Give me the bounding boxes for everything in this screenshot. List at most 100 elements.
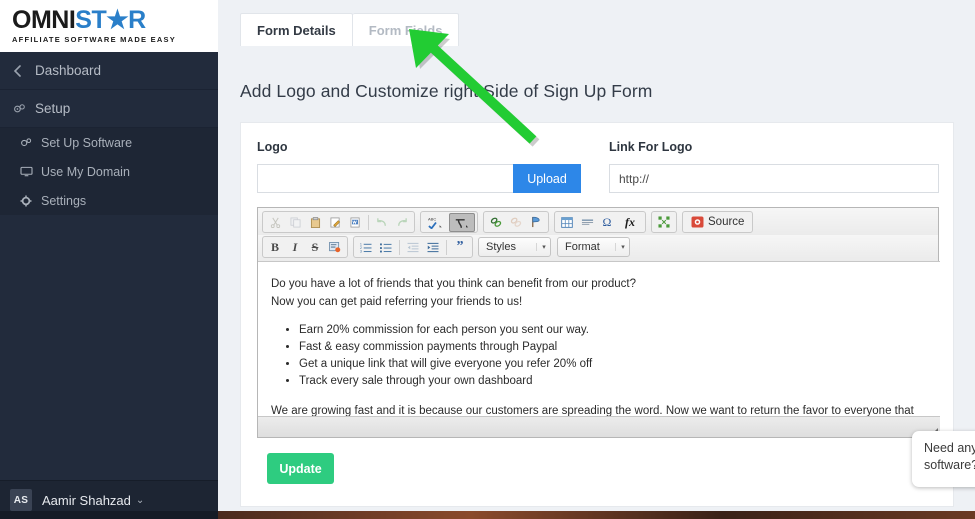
blockquote-icon[interactable]: ”	[450, 238, 470, 257]
editor-toolbar-row-1: ABC Ω fx Source	[258, 208, 938, 235]
format-dropdown[interactable]: Format ▾	[557, 237, 630, 257]
sidebar-item-settings[interactable]: Settings	[0, 186, 218, 215]
styles-dropdown[interactable]: Styles ▾	[478, 237, 551, 257]
gear-icon	[20, 195, 41, 207]
svg-text:3: 3	[360, 249, 362, 253]
sidebar-item-set-up-software[interactable]: Set Up Software	[0, 128, 218, 157]
chevron-down-icon: ▾	[615, 243, 625, 251]
brand-logo[interactable]: OMNIST★R AFFILIATE SOFTWARE MADE EASY	[0, 0, 218, 52]
desktop-strip	[218, 511, 975, 519]
editor-footer-bar	[258, 416, 940, 438]
cogs-icon	[20, 137, 41, 148]
gears-icon	[13, 103, 35, 115]
horizontal-rule-icon[interactable]	[577, 213, 597, 232]
cut-icon[interactable]	[265, 213, 285, 232]
table-icon[interactable]	[557, 213, 577, 232]
sidebar: OMNIST★R AFFILIATE SOFTWARE MADE EASY Da…	[0, 0, 218, 519]
undo-icon[interactable]	[372, 213, 392, 232]
toolbar-divider	[399, 239, 400, 255]
sidebar-item-label: Setup	[35, 101, 71, 116]
link-icon[interactable]	[486, 213, 506, 232]
styles-label: Styles	[486, 241, 516, 253]
sidebar-item-dashboard[interactable]: Dashboard	[0, 52, 218, 90]
list-item: Earn 20% commission for each person you …	[299, 322, 927, 339]
form-card: Logo Link For Logo Upload http:// ABC Ω …	[240, 122, 954, 507]
upload-button[interactable]: Upload	[513, 164, 581, 193]
logo-r-text: R	[128, 6, 146, 34]
avatar: AS	[10, 489, 32, 511]
page-title: Add Logo and Customize right Side of Sig…	[240, 81, 653, 101]
spell-check-icon[interactable]: ABC	[423, 213, 449, 232]
bulleted-list-icon[interactable]	[376, 238, 396, 257]
logo-input[interactable]	[257, 164, 513, 193]
redo-icon[interactable]	[392, 213, 412, 232]
math-formula-icon[interactable]: fx	[617, 213, 643, 232]
chevron-down-icon: ⌄	[135, 494, 145, 506]
logo-upload-row: Upload	[257, 164, 581, 193]
clipboard-group	[262, 211, 415, 233]
sidebar-item-label: Use My Domain	[41, 164, 130, 179]
tab-form-fields[interactable]: Form Fields	[352, 13, 460, 46]
logo-field-label: Logo	[257, 140, 288, 154]
source-group: Source	[682, 211, 754, 233]
italic-icon[interactable]: I	[285, 238, 305, 257]
sidebar-item-label: Set Up Software	[41, 135, 133, 150]
copy-icon[interactable]	[285, 213, 305, 232]
sidebar-item-label: Settings	[41, 193, 87, 208]
editor-content-area[interactable]: Do you have a lot of friends that you th…	[258, 261, 940, 418]
link-for-logo-input[interactable]	[609, 164, 939, 193]
logo-wordmark: OMNIST★R	[12, 8, 218, 33]
tab-bar: Form Details Form Fields	[240, 13, 460, 46]
remove-format-icon[interactable]	[325, 238, 345, 257]
update-button[interactable]: Update	[267, 453, 334, 484]
star-icon: ★	[106, 6, 129, 34]
maximize-group	[651, 211, 677, 233]
svg-text:ABC: ABC	[428, 216, 436, 221]
strikethrough-icon[interactable]: S	[305, 238, 325, 257]
link-for-logo-label: Link For Logo	[609, 140, 693, 154]
anchor-icon[interactable]	[526, 213, 546, 232]
sidebar-item-use-my-domain[interactable]: Use My Domain	[0, 157, 218, 186]
list-item: Track every sale through your own dashbo…	[299, 373, 927, 390]
chevron-down-icon: ▾	[536, 243, 546, 251]
editor-paragraph: Do you have a lot of friends that you th…	[271, 278, 637, 290]
link-group	[483, 211, 549, 233]
indent-icon[interactable]	[423, 238, 443, 257]
toolbar-divider	[368, 214, 369, 230]
chat-message-bubble[interactable]: Need any help Today using our software?	[912, 431, 975, 487]
rich-text-editor: ABC Ω fx Source B I S 1 2 3 ” Styles ▾ F…	[257, 207, 940, 438]
logo-tagline: AFFILIATE SOFTWARE MADE EASY	[12, 35, 177, 44]
list-item: Get a unique link that will give everyon…	[299, 356, 927, 373]
tab-form-details[interactable]: Form Details	[240, 13, 353, 46]
paste-icon[interactable]	[305, 213, 325, 232]
format-label: Format	[565, 241, 600, 253]
main-content: Form Details Form Fields Add Logo and Cu…	[218, 0, 975, 519]
logo-omni-text: OMNI	[12, 6, 76, 34]
maximize-icon[interactable]	[654, 213, 674, 232]
monitor-icon	[20, 166, 41, 177]
sidebar-item-label: Dashboard	[35, 63, 102, 78]
unlink-icon[interactable]	[506, 213, 526, 232]
bold-icon[interactable]: B	[265, 238, 285, 257]
source-label: Source	[708, 216, 745, 228]
insert-group: Ω fx	[554, 211, 646, 233]
source-button[interactable]: Source	[685, 213, 750, 232]
editor-bullet-list: Earn 20% commission for each person you …	[271, 322, 927, 390]
editor-paragraph: Now you can get paid referring your frie…	[271, 296, 523, 308]
list-item: Fast & easy commission payments through …	[299, 339, 927, 356]
paste-from-word-icon[interactable]	[345, 213, 365, 232]
logo-t-text: T	[91, 6, 107, 34]
outdent-icon[interactable]	[403, 238, 423, 257]
toolbar-divider	[446, 239, 447, 255]
numbered-list-icon[interactable]: 123	[356, 238, 376, 257]
logo-s-text: S	[75, 6, 92, 34]
scayt-icon[interactable]	[449, 212, 475, 232]
list-group: 123 ”	[353, 236, 473, 258]
editor-toolbar-row-2: B I S 123 ” Styles ▾ Format ▾	[258, 235, 938, 261]
text-format-group: B I S	[262, 236, 348, 258]
sidebar-item-setup[interactable]: Setup	[0, 90, 218, 128]
special-character-icon[interactable]: Ω	[597, 213, 617, 232]
chevron-left-icon	[13, 64, 35, 77]
spellcheck-group: ABC	[420, 211, 478, 233]
paste-as-text-icon[interactable]	[325, 213, 345, 232]
